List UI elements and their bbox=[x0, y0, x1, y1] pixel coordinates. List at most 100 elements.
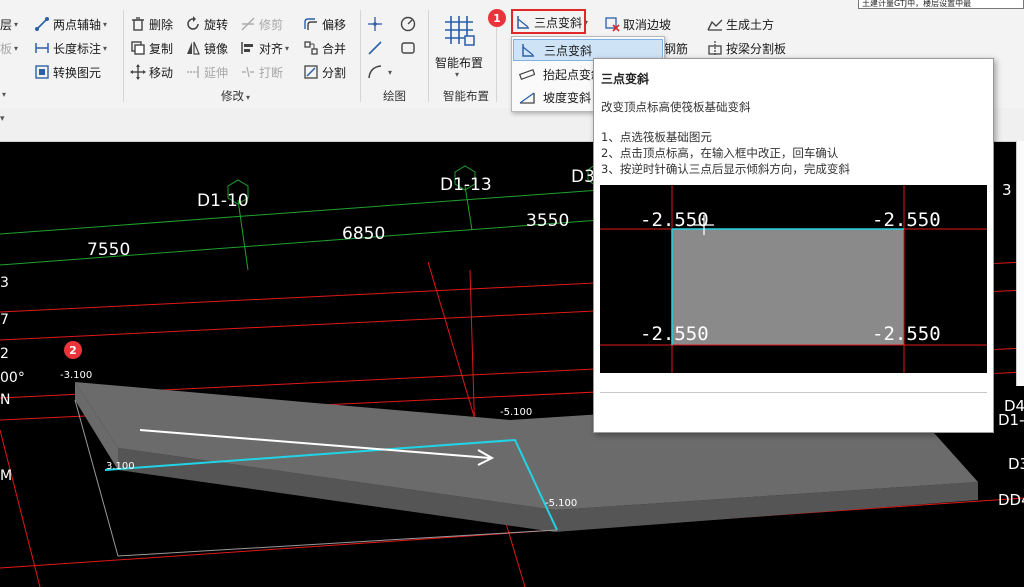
tooltip-step: 2、点击顶点标高，在输入框中改正，回车确认 bbox=[601, 146, 839, 160]
draw-rect-button[interactable] bbox=[400, 38, 419, 58]
left-edge-label: 7 bbox=[0, 312, 9, 328]
demo-elevation: -2.550 bbox=[872, 209, 941, 231]
circle-icon bbox=[400, 16, 416, 32]
length-dimension-button[interactable]: 长度标注 ▾ bbox=[34, 38, 107, 58]
delete-icon bbox=[130, 16, 146, 32]
two-point-axis-icon bbox=[34, 16, 50, 32]
beam-split-button[interactable]: 按梁分割板 bbox=[707, 38, 786, 58]
draw-point-button[interactable] bbox=[367, 14, 386, 34]
chevron-down-icon: ▾ bbox=[2, 90, 7, 99]
draw-circle-button[interactable] bbox=[400, 14, 419, 34]
dimension-label: 6850 bbox=[342, 224, 386, 244]
left-edge-label: 00° bbox=[0, 370, 25, 386]
floor-button[interactable]: 层 ▾ bbox=[0, 14, 18, 34]
dimension-label: 7550 bbox=[87, 240, 131, 260]
delete-button[interactable]: 删除 bbox=[130, 14, 173, 34]
elevation-label: -5.100 bbox=[500, 407, 533, 418]
axis-label: 3 bbox=[1002, 181, 1012, 199]
arc-icon bbox=[367, 64, 383, 80]
mirror-button[interactable]: 镜像 bbox=[185, 38, 228, 58]
copy-icon bbox=[130, 40, 146, 56]
chevron-down-icon[interactable]: ▾ bbox=[0, 114, 6, 128]
step-badge-2: 2 bbox=[64, 341, 82, 359]
offset-button[interactable]: 偏移 bbox=[303, 14, 346, 34]
elevation-label: -5.100 bbox=[545, 498, 578, 509]
merge-icon bbox=[303, 40, 319, 56]
ribbon-separator bbox=[123, 10, 124, 102]
chevron-down-icon: ▾ bbox=[455, 70, 460, 79]
axis-label: D1-13 bbox=[440, 175, 492, 195]
smart-layout-button[interactable]: 智能布置 ▾ bbox=[433, 12, 485, 82]
break-icon bbox=[240, 64, 256, 80]
chevron-down-icon: ▾ bbox=[103, 43, 108, 53]
tooltip-step: 1、点选筏板基础图元 bbox=[601, 130, 712, 144]
rebar-button[interactable]: 钢筋 bbox=[664, 38, 688, 58]
extend-button[interactable]: 延伸 bbox=[185, 62, 228, 82]
draw-arc-button[interactable]: ▾ bbox=[367, 62, 392, 82]
offset-icon bbox=[303, 16, 319, 32]
smart-layout-icon bbox=[443, 14, 475, 46]
left-edge-label: 2 bbox=[0, 346, 9, 362]
rectangle-icon bbox=[400, 40, 416, 56]
merge-button[interactable]: 合并 bbox=[303, 38, 346, 58]
earthwork-icon bbox=[707, 16, 723, 32]
copy-button[interactable]: 复制 bbox=[130, 38, 173, 58]
three-point-slope-icon bbox=[520, 42, 536, 58]
demo-elevation: -2.550 bbox=[640, 209, 709, 231]
top-search-hint[interactable]: 土建计量GTJ中，楼层设置中最 bbox=[858, 0, 1024, 9]
point-icon bbox=[367, 16, 383, 32]
beam-split-icon bbox=[707, 40, 723, 56]
right-side-panel bbox=[1016, 141, 1024, 386]
tooltip-title: 三点变斜 bbox=[601, 72, 650, 86]
trim-icon bbox=[240, 16, 256, 32]
plate-button[interactable]: 板 ▾ bbox=[0, 38, 18, 58]
ribbon-separator bbox=[428, 10, 429, 102]
group-label-modify: 修改 ▾ bbox=[221, 89, 251, 103]
align-button[interactable]: 对齐 ▾ bbox=[240, 38, 289, 58]
left-edge-label: N bbox=[0, 392, 11, 408]
draw-line-button[interactable] bbox=[367, 38, 386, 58]
left-edge-label: 3 bbox=[0, 275, 9, 291]
rotate-button[interactable]: 旋转 bbox=[185, 14, 228, 34]
split-icon bbox=[303, 64, 319, 80]
ribbon-separator bbox=[360, 10, 361, 102]
group-label-smart: 智能布置 bbox=[443, 89, 489, 103]
rotate-icon bbox=[185, 16, 201, 32]
chevron-down-icon: ▾ bbox=[285, 43, 290, 53]
move-button[interactable]: 移动 bbox=[130, 62, 173, 82]
convert-element-icon bbox=[34, 64, 50, 80]
axis-label: D3 bbox=[1008, 455, 1024, 473]
split-button[interactable]: 分割 bbox=[303, 62, 346, 82]
extend-icon bbox=[185, 64, 201, 80]
tooltip-demo-image: -2.550 -2.550 -2.550 -2.550 bbox=[600, 185, 987, 373]
chevron-down-icon: ▾ bbox=[103, 19, 108, 29]
mirror-icon bbox=[185, 40, 201, 56]
length-dimension-icon bbox=[34, 40, 50, 56]
tooltip-step: 3、按逆时针确认三点后显示倾斜方向，完成变斜 bbox=[601, 162, 850, 176]
chevron-down-icon: ▾ bbox=[388, 67, 393, 77]
axis-bubbles bbox=[227, 163, 605, 205]
earthwork-button[interactable]: 生成土方 bbox=[707, 14, 774, 34]
move-icon bbox=[130, 64, 146, 80]
cancel-slope-icon bbox=[604, 16, 620, 32]
two-point-axis-button[interactable]: 两点辅轴 ▾ bbox=[34, 14, 107, 34]
axis-label: D1-10 bbox=[197, 191, 249, 211]
dimension-label: 3550 bbox=[526, 211, 570, 231]
tooltip-divider bbox=[600, 392, 987, 393]
step-badge-1: 1 bbox=[488, 9, 506, 27]
demo-elevation: -2.550 bbox=[640, 323, 709, 345]
group-label-draw: 绘图 bbox=[383, 89, 406, 103]
elevation-label: 3.100 bbox=[106, 461, 135, 472]
break-button[interactable]: 打断 bbox=[240, 62, 283, 82]
left-edge-label: M bbox=[0, 468, 13, 484]
convert-element-button[interactable]: 转换图元 bbox=[34, 62, 101, 82]
align-icon bbox=[240, 40, 256, 56]
help-tooltip: 三点变斜 改变顶点标高使筏板基础变斜 1、点选筏板基础图元 2、点击顶点标高，在… bbox=[593, 58, 994, 433]
cancel-slope-button[interactable]: 取消边坡 bbox=[604, 14, 671, 34]
trim-button[interactable]: 修剪 bbox=[240, 14, 283, 34]
axis-label: D3 bbox=[571, 167, 595, 187]
axis-label: D1- bbox=[998, 411, 1024, 429]
demo-elevation: -2.550 bbox=[872, 323, 941, 345]
slope-angle-icon bbox=[519, 89, 535, 105]
chevron-down-icon: ▾ bbox=[14, 43, 19, 53]
